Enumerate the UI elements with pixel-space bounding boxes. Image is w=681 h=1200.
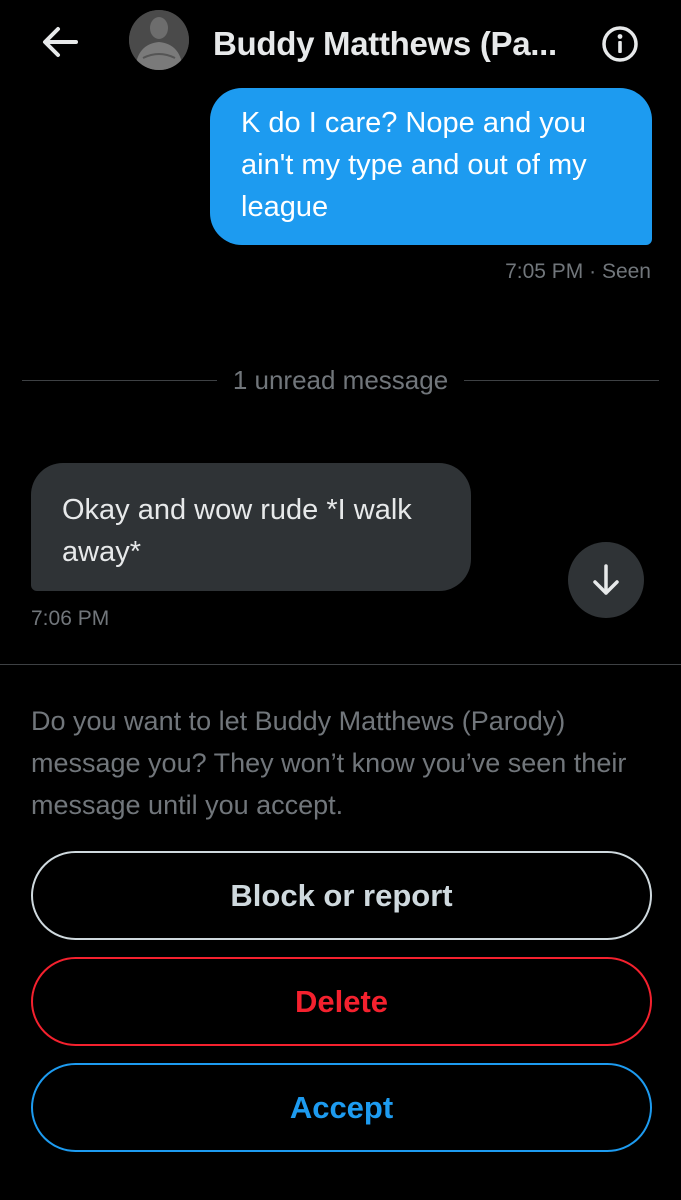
contact-name[interactable]: Buddy Matthews (Pa... xyxy=(213,22,593,66)
divider-line-left xyxy=(22,379,217,381)
outgoing-message-meta: 7:05 PM · Seen xyxy=(505,260,651,283)
arrow-down-icon xyxy=(593,564,619,595)
scroll-to-bottom-button[interactable] xyxy=(568,542,644,618)
unread-divider-label: 1 unread message xyxy=(232,364,449,395)
delete-button[interactable]: Delete xyxy=(31,957,652,1046)
block-or-report-button[interactable]: Block or report xyxy=(31,851,652,940)
info-button[interactable] xyxy=(598,22,642,66)
info-circle-icon xyxy=(602,26,638,62)
back-button[interactable] xyxy=(38,22,82,62)
arrow-left-icon xyxy=(43,27,78,57)
accept-button[interactable]: Accept xyxy=(31,1063,652,1152)
outgoing-message-text: K do I care? Nope and you ain't my type … xyxy=(241,107,587,223)
message-request-prompt: Do you want to let Buddy Matthews (Parod… xyxy=(31,706,627,820)
incoming-message-meta: 7:06 PM xyxy=(31,607,110,630)
conversation-header: Buddy Matthews (Pa... xyxy=(0,0,681,88)
unread-divider: 1 unread message xyxy=(22,360,659,400)
avatar[interactable] xyxy=(129,10,189,70)
avatar-photo xyxy=(129,10,189,70)
incoming-message-text: Okay and wow rude *I walk away* xyxy=(62,494,412,568)
incoming-message-bubble[interactable]: Okay and wow rude *I walk away* xyxy=(31,463,471,591)
outgoing-message-bubble[interactable]: K do I care? Nope and you ain't my type … xyxy=(210,88,652,245)
divider-line-right xyxy=(464,379,659,381)
section-divider xyxy=(0,664,681,665)
